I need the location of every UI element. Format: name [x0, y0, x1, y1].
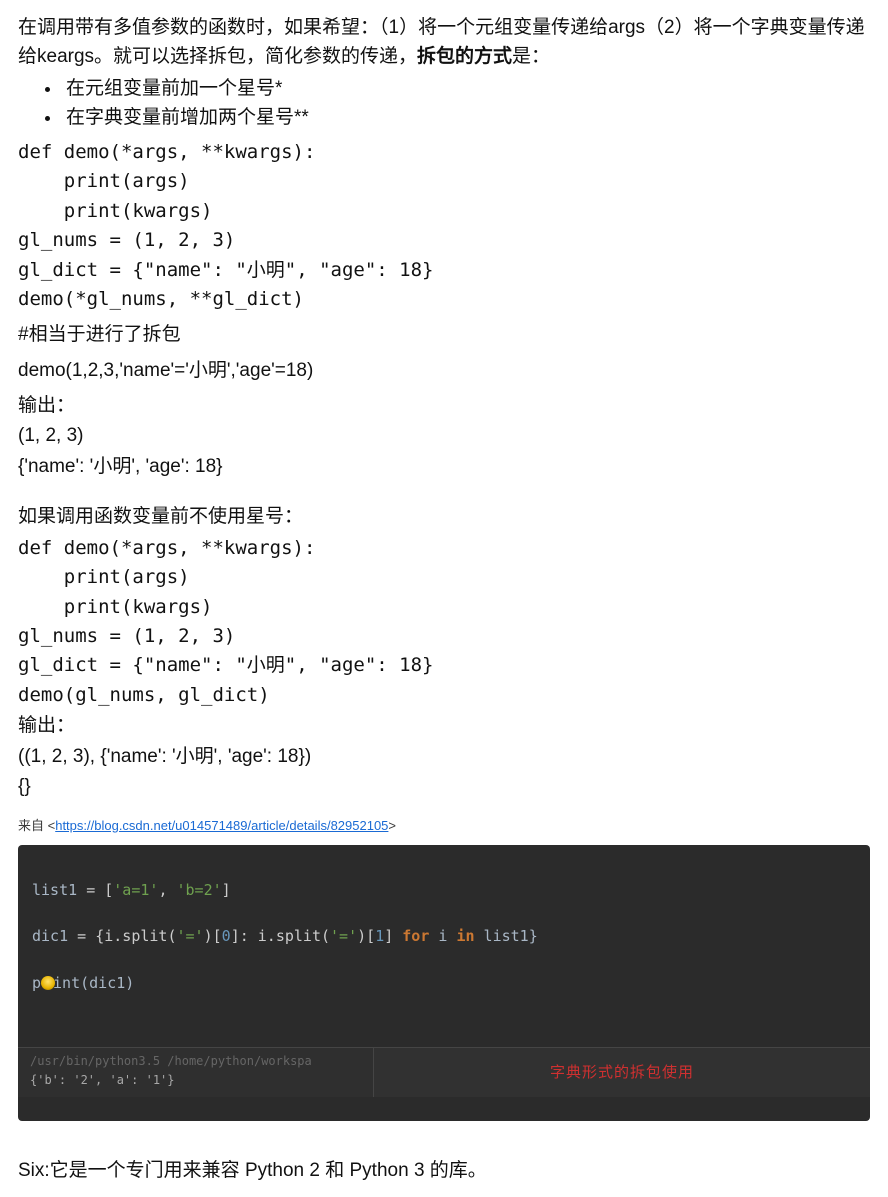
source-suffix: > [388, 818, 396, 833]
intro-tail: 是： [512, 46, 550, 67]
source-prefix: 来自 < [18, 818, 55, 833]
console-output: /usr/bin/python3.5 /home/python/workspa … [18, 1048, 374, 1097]
output-line: {} [18, 773, 870, 802]
dark-code-block: list1 = ['a=1', 'b=2'] dic1 = {i.split('… [18, 845, 870, 1120]
code-block-2: def demo(*args, **kwargs): print(args) p… [18, 534, 870, 711]
code-line: list1 = ['a=1', 'b=2'] [32, 879, 856, 902]
code-block-1: def demo(*args, **kwargs): print(args) p… [18, 138, 870, 315]
bullet-item: 在字典变量前增加两个星号** [62, 104, 870, 133]
lightbulb-icon[interactable] [41, 976, 55, 990]
comment-line: #相当于进行了拆包 [18, 321, 870, 350]
code-line: pint(dic1) [32, 972, 856, 995]
annotation-panel: 字典形式的拆包使用 [374, 1048, 870, 1097]
source-link[interactable]: https://blog.csdn.net/u014571489/article… [55, 818, 388, 833]
intro-paragraph: 在调用带有多值参数的函数时，如果希望：（1）将一个元组变量传递给args（2）将… [18, 14, 870, 71]
bullet-list: 在元组变量前加一个星号* 在字典变量前增加两个星号** [18, 75, 870, 132]
output-label: 输出： [18, 712, 870, 741]
output-line: (1, 2, 3) [18, 422, 870, 451]
annotation-text: 字典形式的拆包使用 [550, 1061, 694, 1084]
output-line: ((1, 2, 3), {'name': '小明', 'age': 18}) [18, 743, 870, 772]
intro-bold: 拆包的方式 [417, 46, 512, 67]
source-line: 来自 <https://blog.csdn.net/u014571489/art… [18, 816, 870, 836]
six-heading: Six:它是一个专门用来兼容 Python 2 和 Python 3 的库。 [18, 1157, 870, 1186]
output-line: {'name': '小明', 'age': 18} [18, 453, 870, 482]
demo-call-line: demo(1,2,3,'name'='小明','age'=18) [18, 357, 870, 386]
bullet-item: 在元组变量前加一个星号* [62, 75, 870, 104]
output-label: 输出： [18, 392, 870, 421]
code-output-row: /usr/bin/python3.5 /home/python/workspa … [18, 1047, 870, 1097]
code-line: dic1 = {i.split('=')[0]: i.split('=')[1]… [32, 925, 856, 948]
nostar-intro: 如果调用函数变量前不使用星号： [18, 503, 870, 532]
